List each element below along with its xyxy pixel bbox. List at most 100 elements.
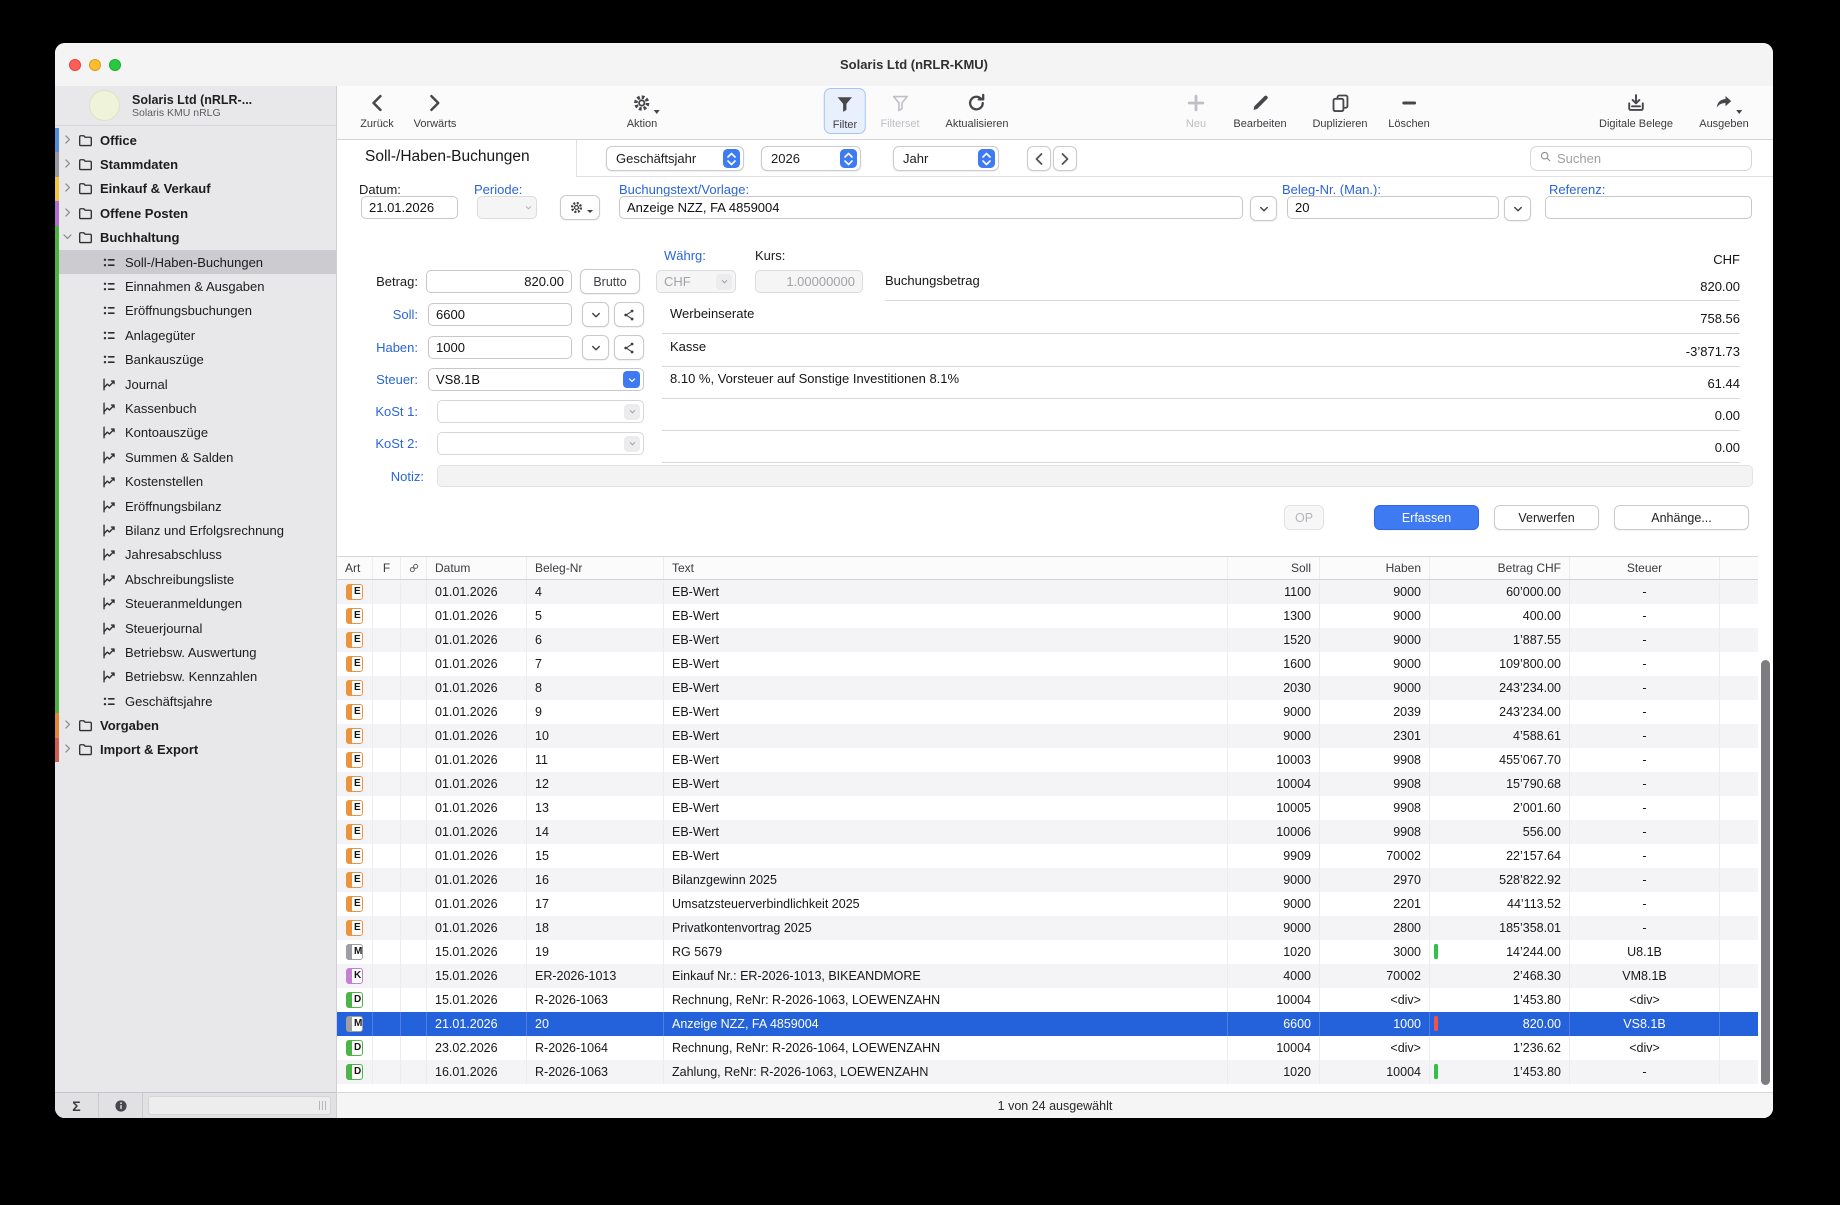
chevron-right-icon[interactable] bbox=[61, 742, 74, 758]
table-row[interactable]: E01.01.202615EB-Wert99097000222’157.64- bbox=[337, 844, 1758, 868]
scrollbar[interactable] bbox=[1761, 660, 1770, 1085]
sidebar-item-bankauszüge[interactable]: Bankauszüge bbox=[55, 348, 336, 372]
chevron-right-icon[interactable] bbox=[61, 718, 74, 734]
table-row[interactable]: E01.01.20267EB-Wert16009000109’800.00- bbox=[337, 652, 1758, 676]
anhaenge-button[interactable]: Anhänge... bbox=[1614, 505, 1749, 530]
sidebar-item-soll-haben-buchungen[interactable]: Soll-/Haben-Buchungen bbox=[55, 250, 336, 274]
table-row[interactable]: E01.01.202612EB-Wert10004990815’790.68- bbox=[337, 772, 1758, 796]
period-select[interactable]: Jahr bbox=[893, 146, 999, 171]
belegnr-dropdown-button[interactable] bbox=[1504, 196, 1531, 221]
kurs-input[interactable]: 1.00000000 bbox=[755, 270, 863, 293]
column-header-beleg[interactable]: Beleg-Nr bbox=[527, 557, 664, 579]
table-row[interactable]: D23.02.2026R-2026-1064Rechnung, ReNr: R-… bbox=[337, 1036, 1758, 1060]
table-row[interactable]: E01.01.20264EB-Wert1100900060’000.00- bbox=[337, 580, 1758, 604]
table-row[interactable]: M21.01.202620Anzeige NZZ, FA 48590046600… bbox=[337, 1012, 1758, 1036]
sidebar-item-kassenbuch[interactable]: Kassenbuch bbox=[55, 396, 336, 420]
minimize-button[interactable] bbox=[89, 59, 101, 71]
table-row[interactable]: E01.01.202617Umsatzsteuerverbindlichkeit… bbox=[337, 892, 1758, 916]
column-header-steuer[interactable]: Steuer bbox=[1570, 557, 1720, 579]
table-row[interactable]: D15.01.2026R-2026-1063Rechnung, ReNr: R-… bbox=[337, 988, 1758, 1012]
toolbar-digitale-belege-button[interactable]: Digitale Belege bbox=[1599, 89, 1673, 130]
sidebar-item-betriebsw-auswertung[interactable]: Betriebsw. Auswertung bbox=[55, 640, 336, 664]
column-header-soll[interactable]: Soll bbox=[1228, 557, 1320, 579]
sidebar-item-betriebsw-kennzahlen[interactable]: Betriebsw. Kennzahlen bbox=[55, 665, 336, 689]
belegnr-input[interactable] bbox=[1287, 196, 1499, 219]
haben-share-button[interactable] bbox=[614, 335, 644, 360]
column-header-f[interactable]: F bbox=[373, 557, 401, 579]
toolbar-filter-button[interactable]: Filter bbox=[824, 88, 866, 134]
brutto-button[interactable]: Brutto bbox=[580, 269, 640, 294]
waehrung-select[interactable]: CHF bbox=[656, 270, 736, 293]
toolbar-aktualisieren-button[interactable]: Aktualisieren bbox=[946, 89, 1009, 130]
vorlage-gear-button[interactable] bbox=[560, 195, 600, 220]
sidebar-item-einnahmen-ausgaben[interactable]: Einnahmen & Ausgaben bbox=[55, 274, 336, 298]
soll-dropdown-button[interactable] bbox=[582, 302, 609, 327]
table-row[interactable]: E01.01.202611EB-Wert100039908455’067.70- bbox=[337, 748, 1758, 772]
datum-input[interactable] bbox=[361, 196, 458, 219]
search-input[interactable] bbox=[1557, 151, 1743, 166]
sidebar-item-anlagegüter[interactable]: Anlagegüter bbox=[55, 323, 336, 347]
column-header-link[interactable] bbox=[401, 557, 427, 579]
chevron-right-icon[interactable] bbox=[61, 206, 74, 222]
sidebar-item-stammdaten[interactable]: Stammdaten bbox=[55, 152, 336, 176]
table-row[interactable]: E01.01.20268EB-Wert20309000243’234.00- bbox=[337, 676, 1758, 700]
toolbar-loeschen-button[interactable]: Löschen bbox=[1388, 89, 1430, 130]
toolbar-vorwaerts-button[interactable]: Vorwärts bbox=[414, 89, 457, 130]
drag-handle-icon[interactable] bbox=[319, 1101, 326, 1110]
chevron-right-icon[interactable] bbox=[61, 181, 74, 197]
prev-button[interactable] bbox=[1027, 146, 1051, 171]
table-row[interactable]: E01.01.20266EB-Wert152090001’887.55- bbox=[337, 628, 1758, 652]
toolbar-ausgeben-button[interactable]: Ausgeben bbox=[1699, 89, 1749, 130]
sidebar-item-steueranmeldungen[interactable]: Steueranmeldungen bbox=[55, 591, 336, 615]
table-row[interactable]: E01.01.202613EB-Wert1000599082’001.60- bbox=[337, 796, 1758, 820]
column-header-haben[interactable]: Haben bbox=[1320, 557, 1430, 579]
sidebar-item-import-export[interactable]: Import & Export bbox=[55, 738, 336, 762]
table-row[interactable]: K15.01.2026ER-2026-1013Einkauf Nr.: ER-2… bbox=[337, 964, 1758, 988]
table-row[interactable]: E01.01.202616Bilanzgewinn 20259000297052… bbox=[337, 868, 1758, 892]
kost2-select[interactable] bbox=[437, 432, 644, 455]
notiz-input[interactable] bbox=[437, 465, 1753, 487]
sidebar-item-jahresabschluss[interactable]: Jahresabschluss bbox=[55, 543, 336, 567]
toolbar-aktion-button[interactable]: Aktion bbox=[627, 89, 658, 130]
sidebar-item-journal[interactable]: Journal bbox=[55, 372, 336, 396]
column-header-text[interactable]: Text bbox=[664, 557, 1228, 579]
soll-share-button[interactable] bbox=[614, 302, 644, 327]
column-header-betrag[interactable]: Betrag CHF bbox=[1430, 557, 1570, 579]
sidebar-item-bilanz-und-erfolgsrechnung[interactable]: Bilanz und Erfolgsrechnung bbox=[55, 518, 336, 542]
sidebar-item-eröffnungsbuchungen[interactable]: Eröffnungsbuchungen bbox=[55, 299, 336, 323]
kost1-select[interactable] bbox=[437, 400, 644, 423]
year-select[interactable]: 2026 bbox=[761, 146, 861, 171]
sum-button[interactable]: Σ bbox=[55, 1093, 99, 1118]
column-header-art[interactable]: Art bbox=[337, 557, 373, 579]
chevron-down-icon[interactable] bbox=[61, 230, 74, 246]
chevron-right-icon[interactable] bbox=[61, 133, 74, 149]
close-button[interactable] bbox=[69, 59, 81, 71]
referenz-input[interactable] bbox=[1545, 196, 1752, 219]
sidebar-item-offene-posten[interactable]: Offene Posten bbox=[55, 201, 336, 225]
sidebar-item-office[interactable]: Office bbox=[55, 128, 336, 152]
table-row[interactable]: D16.01.2026R-2026-1063Zahlung, ReNr: R-2… bbox=[337, 1060, 1758, 1084]
sidebar-item-geschäftsjahre[interactable]: Geschäftsjahre bbox=[55, 689, 336, 713]
next-button[interactable] bbox=[1053, 146, 1077, 171]
haben-dropdown-button[interactable] bbox=[582, 335, 609, 360]
toolbar-duplizieren-button[interactable]: Duplizieren bbox=[1312, 89, 1367, 130]
fiscal-select[interactable]: Geschäftsjahr bbox=[606, 146, 744, 171]
verwerfen-button[interactable]: Verwerfen bbox=[1494, 505, 1599, 530]
buchungstext-input[interactable] bbox=[619, 196, 1243, 219]
periode-select[interactable] bbox=[477, 196, 537, 219]
table-row[interactable]: E01.01.202618Privatkontenvortrag 2025900… bbox=[337, 916, 1758, 940]
zoom-button[interactable] bbox=[109, 59, 121, 71]
betrag-input[interactable] bbox=[426, 270, 572, 293]
table-row[interactable]: M15.01.202619RG 56791020300014’244.00U8.… bbox=[337, 940, 1758, 964]
column-header-datum[interactable]: Datum bbox=[427, 557, 527, 579]
haben-input[interactable] bbox=[428, 336, 572, 359]
toolbar-bearbeiten-button[interactable]: Bearbeiten bbox=[1233, 89, 1286, 130]
sidebar-item-eröffnungsbilanz[interactable]: Eröffnungsbilanz bbox=[55, 494, 336, 518]
chevron-right-icon[interactable] bbox=[61, 157, 74, 173]
steuer-select[interactable]: VS8.1B bbox=[428, 368, 644, 391]
table-row[interactable]: E01.01.20265EB-Wert13009000400.00- bbox=[337, 604, 1758, 628]
soll-input[interactable] bbox=[428, 303, 572, 326]
table-row[interactable]: E01.01.202614EB-Wert100069908556.00- bbox=[337, 820, 1758, 844]
table-row[interactable]: E01.01.20269EB-Wert90002039243’234.00- bbox=[337, 700, 1758, 724]
table-row[interactable]: E01.01.202610EB-Wert900023014’588.61- bbox=[337, 724, 1758, 748]
